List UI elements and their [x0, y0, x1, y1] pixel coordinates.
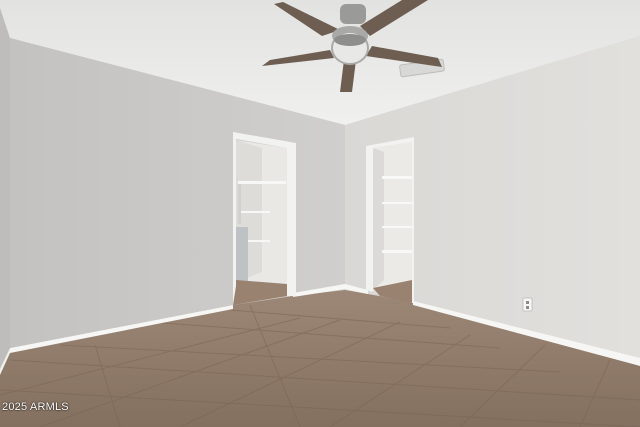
photo-watermark: 2025 ARMLS: [2, 401, 69, 413]
left-closet: [233, 140, 287, 305]
room-illustration: [0, 0, 640, 427]
far-left-wall: [0, 8, 10, 372]
wall-outlet: [522, 297, 533, 312]
right-closet: [373, 142, 412, 303]
room-photo: 2025 ARMLS: [0, 0, 640, 427]
